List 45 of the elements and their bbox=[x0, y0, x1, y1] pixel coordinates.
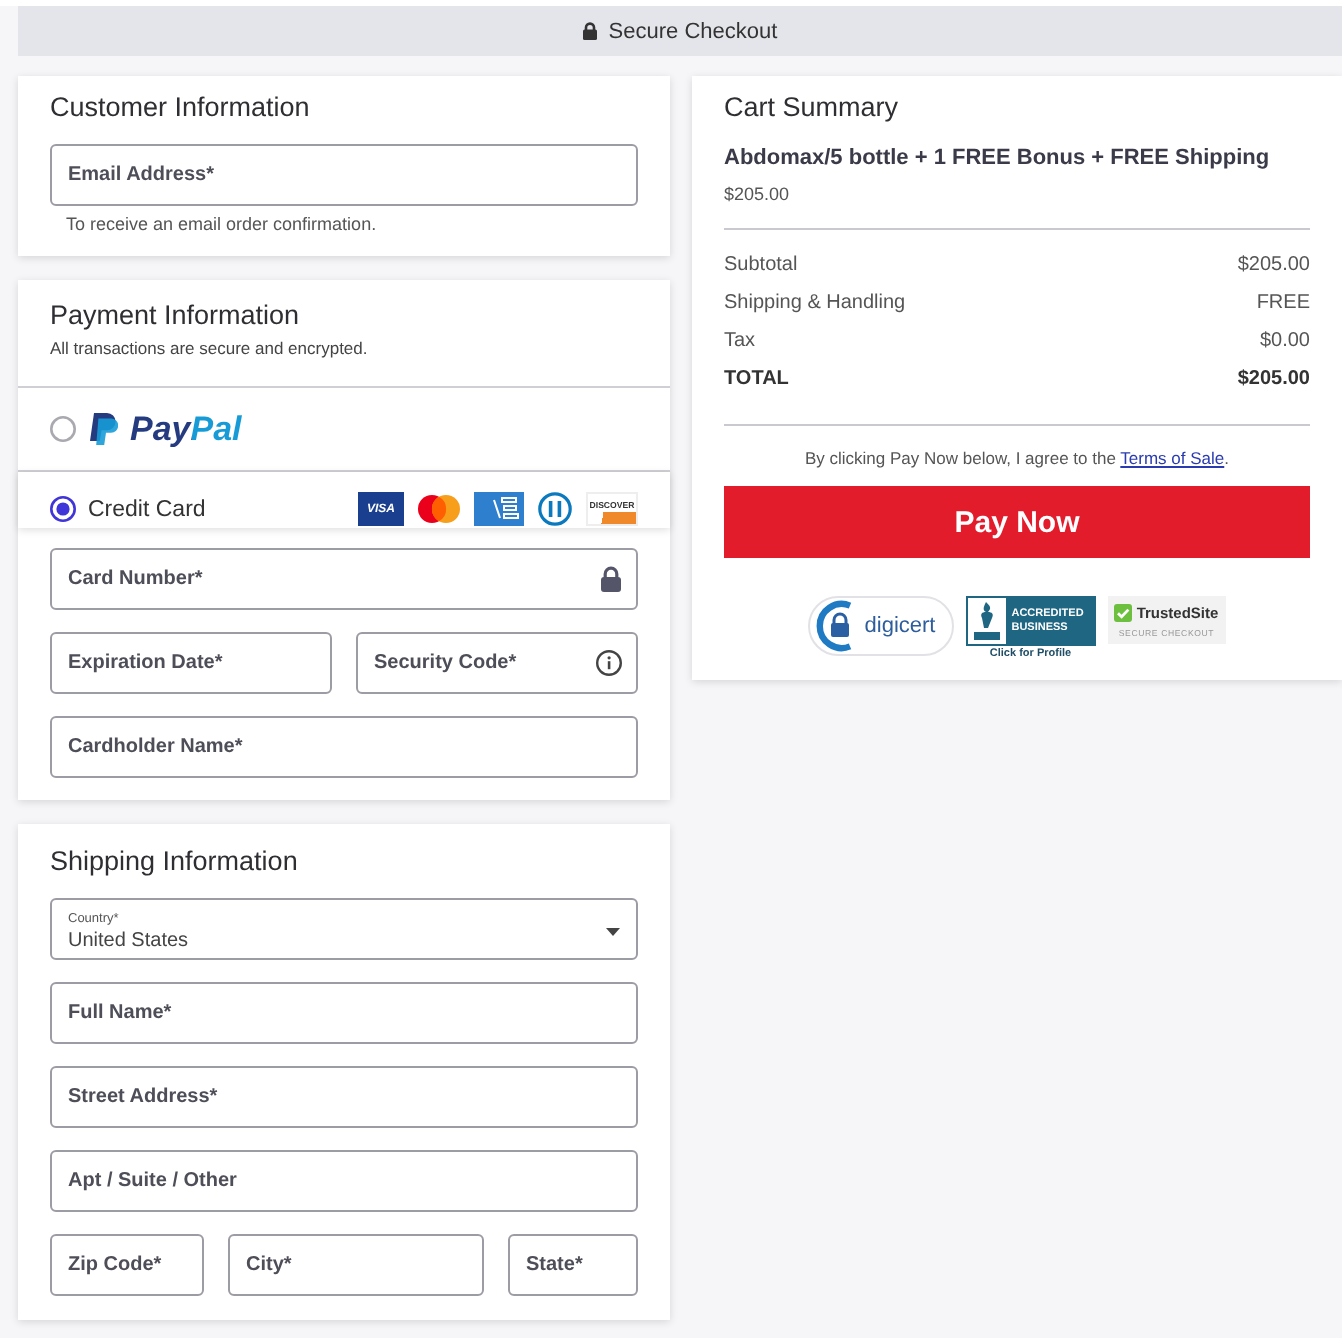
summary-value: $205.00 bbox=[1237, 366, 1310, 394]
terms-link[interactable]: Terms of Sale bbox=[1120, 448, 1225, 468]
caret-icon bbox=[606, 928, 620, 936]
terms-text: By clicking Pay Now below, I agree to the Terms of Sale. bbox=[802, 446, 1231, 470]
lock-icon bbox=[582, 22, 599, 40]
p-letter-icon bbox=[88, 412, 118, 446]
checkmark-icon bbox=[1114, 603, 1133, 621]
input-field[interactable]: Zip Code* bbox=[50, 1234, 204, 1296]
payment-method-label: Credit Card bbox=[88, 495, 206, 525]
lock-icon bbox=[600, 566, 622, 592]
section-title: Cart Summary bbox=[724, 92, 901, 124]
badge-text: digicert bbox=[864, 614, 936, 638]
summary-value: $205.00 bbox=[1237, 252, 1310, 280]
bar-title: Secure Checkout bbox=[608, 19, 778, 43]
section-title: Customer Information bbox=[50, 92, 312, 124]
summary-label: Tax bbox=[724, 328, 756, 356]
field-hint: To receive an email order confirmation. bbox=[66, 212, 379, 236]
input-field[interactable]: Security Code* bbox=[356, 632, 638, 694]
section-title: Shipping Information bbox=[50, 846, 300, 878]
info-icon[interactable] bbox=[596, 650, 622, 676]
summary-value: FREE bbox=[1256, 290, 1310, 318]
digicert-badge[interactable]: digicert bbox=[808, 596, 954, 656]
input-field[interactable]: Street Address* bbox=[50, 1066, 638, 1128]
torch-icon bbox=[967, 598, 1006, 644]
payment-method-label: PayPal bbox=[130, 409, 242, 449]
summary-value: $0.00 bbox=[1259, 328, 1310, 356]
pay-now-button[interactable]: Pay Now bbox=[724, 486, 1310, 558]
product-name: Abdomax/5 bottle + 1 FREE Bonus + FREE Shipping bbox=[724, 144, 1272, 174]
two-circles-icon bbox=[416, 492, 462, 526]
input-field[interactable]: State* bbox=[508, 1234, 638, 1296]
input-field[interactable]: City* bbox=[228, 1234, 484, 1296]
input-field[interactable]: Card Number* bbox=[50, 548, 638, 610]
input-field[interactable]: Email Address* bbox=[50, 144, 638, 206]
input-field[interactable]: Full Name* bbox=[50, 982, 638, 1044]
radio-button[interactable] bbox=[50, 416, 76, 442]
summary-label: TOTAL bbox=[724, 366, 789, 394]
section-title: Payment Information bbox=[50, 300, 302, 332]
input-field[interactable]: Expiration Date* bbox=[50, 632, 332, 694]
summary-label: Subtotal bbox=[724, 252, 798, 280]
input-field[interactable]: Cardholder Name* bbox=[50, 716, 638, 778]
input-field[interactable]: Apt / Suite / Other bbox=[50, 1150, 638, 1212]
radio-button[interactable] bbox=[50, 496, 76, 522]
product-price: $205.00 bbox=[724, 182, 792, 206]
section-subtitle: All transactions are secure and encrypted. bbox=[50, 336, 370, 360]
summary-label: Shipping & Handling bbox=[724, 290, 906, 318]
